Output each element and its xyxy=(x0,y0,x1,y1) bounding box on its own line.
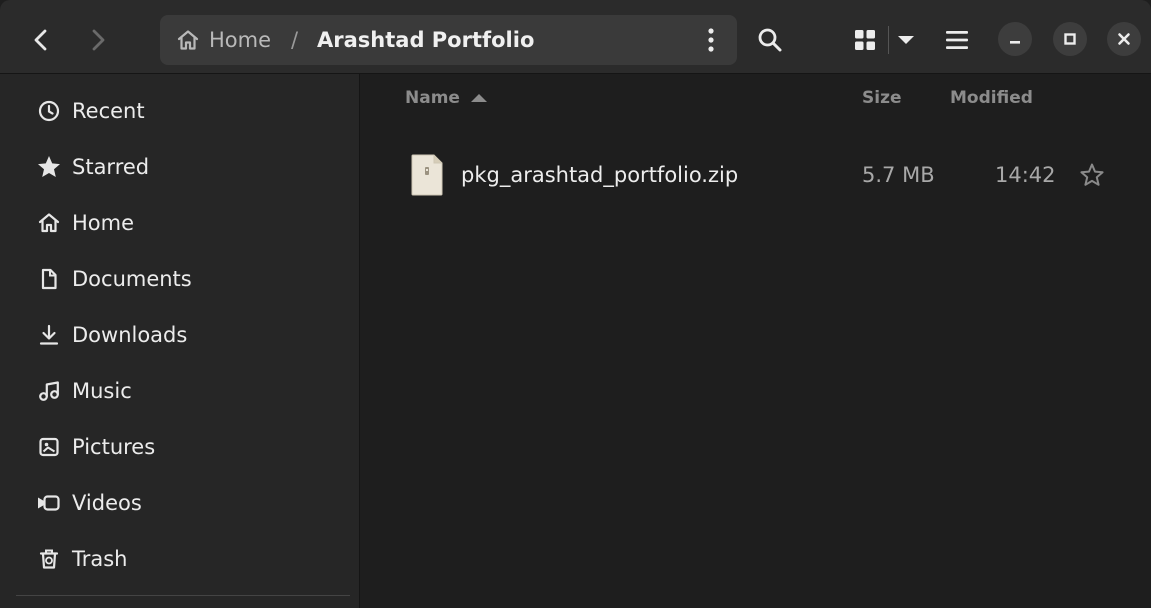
clock-icon xyxy=(34,96,64,126)
close-button[interactable] xyxy=(1107,22,1141,56)
home-icon xyxy=(177,30,199,50)
sidebar: Recent Starred Home Documents Downloads xyxy=(0,74,360,608)
sidebar-item-downloads[interactable]: Downloads xyxy=(16,310,350,360)
maximize-icon xyxy=(1064,33,1076,45)
column-header-name-label: Name xyxy=(405,88,460,108)
sidebar-item-starred[interactable]: Starred xyxy=(16,142,350,192)
file-row[interactable]: pkg_arashtad_portfolio.zip 5.7 MB 14:42 xyxy=(390,144,1145,206)
sidebar-item-documents[interactable]: Documents xyxy=(16,254,350,304)
header-bar: Home / Arashtad Portfolio xyxy=(0,0,1151,74)
minimize-button[interactable] xyxy=(998,22,1032,56)
breadcrumb-home[interactable]: Home xyxy=(176,15,271,65)
forward-button[interactable] xyxy=(74,16,122,64)
sidebar-item-label: Starred xyxy=(72,155,150,179)
home-icon xyxy=(34,208,64,238)
minimize-icon xyxy=(1010,41,1020,44)
column-header-name[interactable]: Name xyxy=(405,84,488,112)
sort-ascending-icon xyxy=(470,94,487,102)
sidebar-divider xyxy=(16,595,350,596)
trash-icon xyxy=(34,544,64,574)
sidebar-item-recent[interactable]: Recent xyxy=(16,86,350,136)
sidebar-item-label: Home xyxy=(72,211,135,235)
file-list: Name Size Modified pkg_arashtad_portfoli… xyxy=(360,74,1151,608)
column-header-size[interactable]: Size xyxy=(862,84,902,112)
view-options-dropdown[interactable] xyxy=(893,16,919,64)
document-icon xyxy=(34,264,64,294)
grid-view-icon xyxy=(855,30,875,50)
dropdown-arrow-icon xyxy=(898,36,914,44)
chevron-right-icon xyxy=(92,29,105,51)
breadcrumb-separator: / xyxy=(291,28,299,52)
sidebar-item-home[interactable]: Home xyxy=(16,198,350,248)
path-menu-button[interactable] xyxy=(699,24,723,56)
sidebar-item-music[interactable]: Music xyxy=(16,366,350,416)
path-bar: Home / Arashtad Portfolio xyxy=(160,15,737,65)
file-name: pkg_arashtad_portfolio.zip xyxy=(461,163,739,187)
back-button[interactable] xyxy=(17,16,65,64)
sidebar-item-label: Recent xyxy=(72,99,145,123)
sidebar-item-label: Trash xyxy=(72,547,128,571)
sidebar-item-pictures[interactable]: Pictures xyxy=(16,422,350,472)
file-modified: 14:42 xyxy=(995,163,1056,187)
search-button[interactable] xyxy=(752,16,788,64)
kebab-menu-icon xyxy=(708,28,714,52)
star-icon xyxy=(34,152,64,182)
search-icon xyxy=(758,28,782,52)
sidebar-item-label: Music xyxy=(72,379,132,403)
sidebar-item-label: Documents xyxy=(72,267,192,291)
column-header-modified[interactable]: Modified xyxy=(950,84,1033,112)
star-outline-icon xyxy=(1080,163,1104,186)
sidebar-item-videos[interactable]: Videos xyxy=(16,478,350,528)
file-size: 5.7 MB xyxy=(862,163,935,187)
close-icon xyxy=(1118,33,1130,45)
view-divider xyxy=(888,26,889,54)
picture-icon xyxy=(34,432,64,462)
main-menu-button[interactable] xyxy=(942,16,972,64)
music-icon xyxy=(34,376,64,406)
grid-view-button[interactable] xyxy=(850,16,880,64)
star-toggle-button[interactable] xyxy=(1078,161,1106,189)
chevron-left-icon xyxy=(34,29,47,51)
hamburger-menu-icon xyxy=(946,31,968,49)
file-manager-window: Home / Arashtad Portfolio Recent Starred… xyxy=(0,0,1151,608)
maximize-button[interactable] xyxy=(1053,22,1087,56)
sidebar-item-label: Pictures xyxy=(72,435,156,459)
breadcrumb-current[interactable]: Arashtad Portfolio xyxy=(317,15,534,65)
sidebar-item-label: Downloads xyxy=(72,323,188,347)
breadcrumb-home-label: Home xyxy=(209,28,272,52)
download-icon xyxy=(34,320,64,350)
sidebar-item-trash[interactable]: Trash xyxy=(16,534,350,584)
zip-file-icon xyxy=(410,153,444,201)
video-icon xyxy=(34,488,64,518)
sidebar-item-label: Videos xyxy=(72,491,142,515)
